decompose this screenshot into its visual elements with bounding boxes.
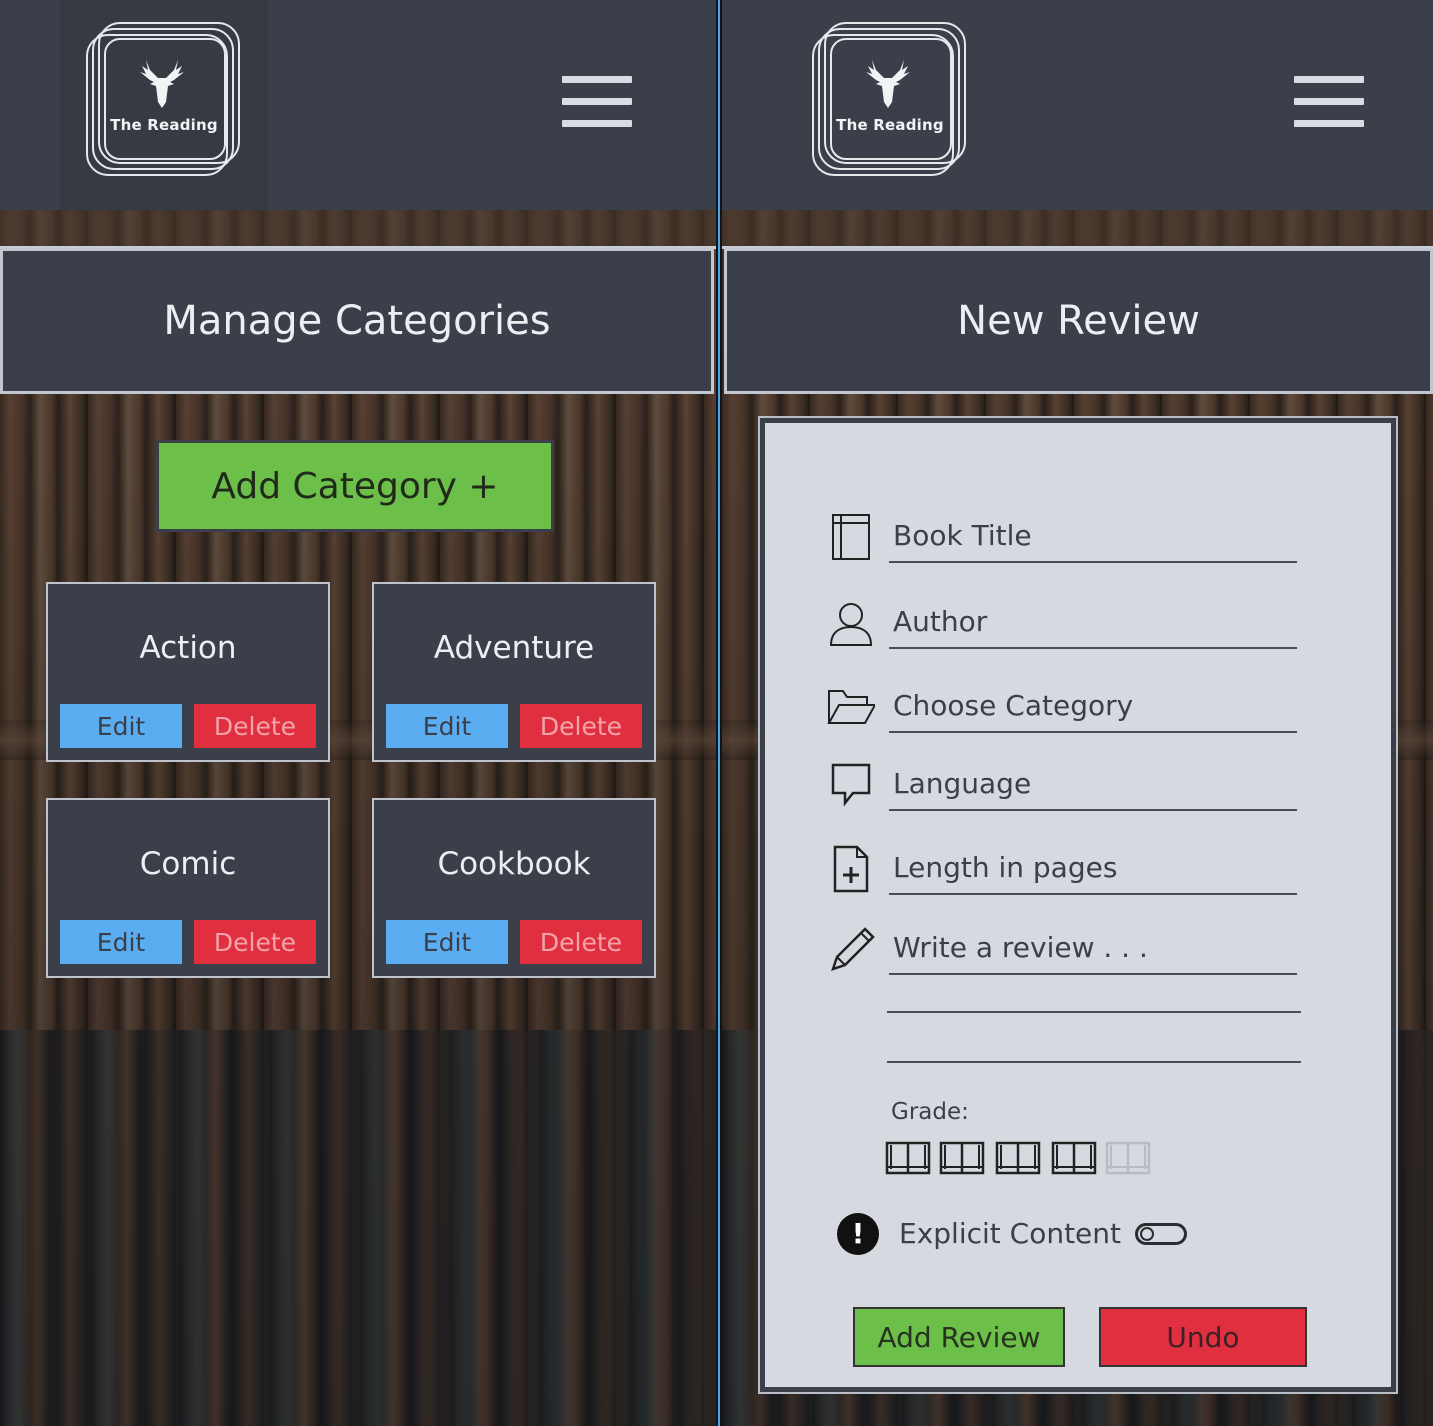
header: The Reading: [0, 0, 716, 210]
length-field[interactable]: Length in pages: [827, 841, 1297, 897]
logo: The Reading: [84, 22, 244, 182]
speech-bubble-icon: [831, 763, 871, 807]
edit-button[interactable]: Edit: [386, 920, 508, 964]
grade-label: Grade:: [891, 1099, 969, 1125]
page-title: New Review: [724, 248, 1433, 394]
deer-head-icon: [866, 60, 910, 108]
delete-label: Delete: [539, 711, 623, 741]
explicit-toggle[interactable]: [1135, 1223, 1187, 1245]
category-card-action: Action Edit Delete: [46, 582, 330, 762]
delete-button[interactable]: Delete: [194, 920, 316, 964]
warning-icon: !: [837, 1213, 879, 1255]
file-add-icon: [833, 845, 869, 893]
category-field[interactable]: Choose Category: [827, 679, 1297, 735]
brand-name: The Reading: [110, 116, 218, 134]
brand-name: The Reading: [836, 116, 944, 134]
author-field[interactable]: Author: [827, 595, 1297, 651]
add-review-button[interactable]: Add Review: [853, 1307, 1065, 1367]
review-placeholder: Write a review . . .: [893, 931, 1148, 964]
delete-label: Delete: [213, 711, 297, 741]
hamburger-menu-icon[interactable]: [1294, 76, 1364, 130]
category-name: Adventure: [433, 630, 595, 666]
open-book-icon[interactable]: [1051, 1139, 1097, 1177]
book-icon: [832, 514, 870, 560]
page-title: Manage Categories: [0, 248, 714, 394]
open-book-icon[interactable]: [885, 1139, 931, 1177]
add-category-button[interactable]: Add Category +: [156, 440, 554, 532]
language-placeholder: Language: [893, 767, 1032, 800]
new-review-screen: The Reading New Review Book Title Author: [722, 0, 1433, 1426]
length-placeholder: Length in pages: [893, 851, 1118, 884]
category-name: Cookbook: [437, 846, 591, 882]
category-card-comic: Comic Edit Delete: [46, 798, 330, 978]
user-icon: [829, 603, 873, 646]
author-placeholder: Author: [893, 605, 988, 638]
open-book-icon[interactable]: [995, 1139, 1041, 1177]
open-book-icon[interactable]: [1105, 1139, 1151, 1177]
pencil-icon: [831, 927, 875, 971]
edit-button[interactable]: Edit: [60, 704, 182, 748]
category-placeholder: Choose Category: [893, 689, 1134, 722]
delete-button[interactable]: Delete: [520, 920, 642, 964]
book-title-field[interactable]: Book Title: [827, 509, 1297, 565]
deer-head-icon: [140, 60, 184, 108]
logo-container[interactable]: The Reading: [786, 0, 994, 210]
delete-label: Delete: [213, 927, 297, 957]
toggle-knob: [1140, 1227, 1154, 1241]
review-line-2: [887, 1011, 1301, 1013]
review-form: Book Title Author Choose Category Langua…: [760, 418, 1396, 1392]
category-card-cookbook: Cookbook Edit Delete: [372, 798, 656, 978]
book-title-placeholder: Book Title: [893, 519, 1032, 552]
category-name: Comic: [139, 846, 237, 882]
header: The Reading: [722, 0, 1433, 210]
logo-container[interactable]: The Reading: [60, 0, 268, 210]
delete-button[interactable]: Delete: [194, 704, 316, 748]
hamburger-menu-icon[interactable]: [562, 76, 632, 130]
edit-button[interactable]: Edit: [60, 920, 182, 964]
review-line-3: [887, 1061, 1301, 1063]
edit-button[interactable]: Edit: [386, 704, 508, 748]
delete-button[interactable]: Delete: [520, 704, 642, 748]
category-name: Action: [139, 630, 237, 666]
review-field[interactable]: Write a review . . .: [827, 921, 1297, 977]
logo: The Reading: [810, 22, 970, 182]
delete-label: Delete: [539, 927, 623, 957]
language-field[interactable]: Language: [827, 757, 1297, 813]
undo-button[interactable]: Undo: [1099, 1307, 1307, 1367]
open-book-icon[interactable]: [939, 1139, 985, 1177]
explicit-label: Explicit Content: [899, 1217, 1122, 1250]
bookshelf-lower: [0, 1030, 716, 1426]
manage-categories-screen: The Reading Manage Categories Add Catego…: [0, 0, 716, 1426]
category-card-adventure: Adventure Edit Delete: [372, 582, 656, 762]
folder-open-icon: [827, 690, 875, 724]
